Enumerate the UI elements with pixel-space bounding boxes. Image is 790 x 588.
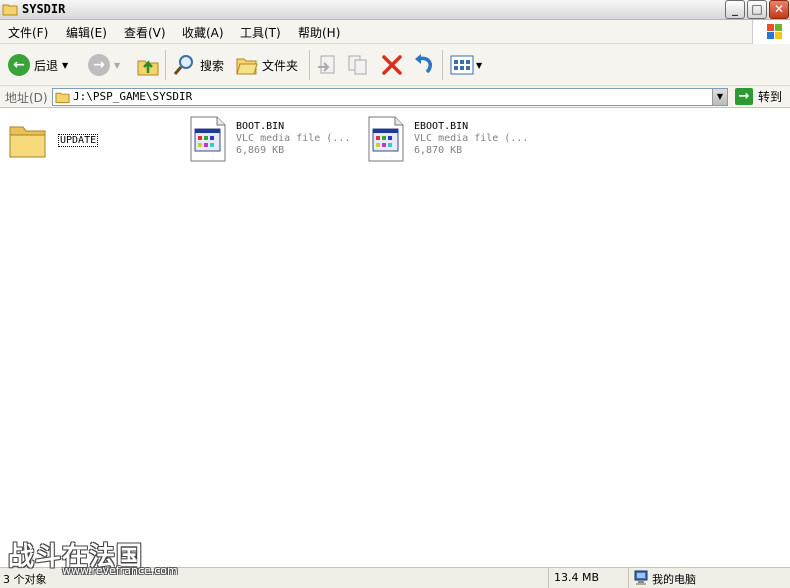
menu-tools[interactable]: 工具(T): [240, 24, 281, 41]
back-dropdown-icon[interactable]: ▼: [62, 61, 68, 70]
file-name: BOOT.BIN: [236, 121, 285, 132]
folder-up-icon: [137, 59, 159, 76]
menu-file[interactable]: 文件(F): [8, 24, 48, 41]
go-label: 转到: [758, 90, 783, 104]
folder-icon: [2, 4, 18, 16]
delete-icon: [382, 55, 402, 75]
go-arrow-icon: →: [735, 88, 753, 105]
toolbar-separator: [165, 50, 166, 80]
address-path: J:\PSP_GAME\SYSDIR: [73, 90, 193, 103]
address-label: 地址(D): [5, 91, 48, 105]
file-size: 6,869 KB: [236, 145, 285, 156]
views-icon: [450, 55, 474, 75]
watermark: 战斗在法国 www.revefrance.com: [8, 536, 178, 577]
folders-button[interactable]: 文件夹: [236, 51, 298, 79]
address-folder-icon: [55, 92, 70, 104]
forward-arrow-icon: →: [88, 54, 110, 76]
menu-help[interactable]: 帮助(H): [298, 24, 340, 41]
file-item-update[interactable]: UPDATE: [8, 119, 99, 161]
status-size-segment: 13.4 MB: [548, 568, 628, 588]
toolbar-separator: [442, 50, 443, 80]
forward-dropdown-icon[interactable]: ▼: [114, 61, 120, 70]
search-label: 搜索: [200, 58, 225, 73]
back-label: 后退: [34, 58, 59, 73]
back-arrow-icon: ←: [8, 54, 30, 76]
windows-flag-icon: [767, 24, 782, 39]
file-list[interactable]: UPDATE BOOT.BIN VLC media file (... 6,86…: [0, 109, 790, 567]
forward-button[interactable]: → ▼: [88, 51, 120, 79]
file-name: UPDATE: [58, 134, 99, 147]
address-dropdown-icon[interactable]: ▼: [712, 89, 727, 105]
undo-button[interactable]: [412, 51, 436, 79]
address-bar: 地址(D) J:\PSP_GAME\SYSDIR ▼ → 转到: [0, 86, 790, 108]
folders-icon: [236, 58, 258, 75]
views-button[interactable]: ▼: [450, 51, 482, 79]
views-dropdown-icon[interactable]: ▼: [476, 61, 482, 70]
menu-bar: 文件(F) 编辑(E) 查看(V) 收藏(A) 工具(T) 帮助(H): [0, 20, 790, 44]
window-title: SYSDIR: [22, 2, 66, 16]
menu-edit[interactable]: 编辑(E): [66, 24, 107, 41]
folder-icon: [9, 126, 46, 158]
menu-favorites[interactable]: 收藏(A): [182, 24, 224, 41]
minimize-button[interactable]: _: [725, 0, 745, 19]
my-computer-icon: [634, 570, 648, 585]
move-to-icon: [318, 55, 335, 74]
file-size: 6,870 KB: [414, 145, 463, 156]
windows-logo: [752, 20, 790, 44]
search-button[interactable]: 搜索: [172, 51, 224, 79]
undo-icon: [415, 54, 432, 74]
delete-button[interactable]: [380, 51, 404, 79]
copy-to-icon: [348, 55, 367, 75]
toolbar: ← 后退 ▼ → ▼ 搜索 文件夹 ▼: [0, 44, 790, 86]
file-item-boot-bin[interactable]: BOOT.BIN VLC media file (... 6,869 KB: [188, 115, 350, 163]
move-to-button[interactable]: [316, 51, 340, 79]
menu-view[interactable]: 查看(V): [124, 24, 166, 41]
folders-label: 文件夹: [262, 58, 299, 73]
status-location: 我的电脑: [652, 573, 696, 586]
search-icon: [173, 55, 193, 75]
address-input[interactable]: J:\PSP_GAME\SYSDIR ▼: [52, 88, 728, 106]
status-location-segment: 我的电脑: [628, 568, 790, 588]
file-item-eboot-bin[interactable]: EBOOT.BIN VLC media file (... 6,870 KB: [366, 115, 528, 163]
toolbar-separator: [309, 50, 310, 80]
file-name: EBOOT.BIN: [414, 121, 469, 132]
file-type: VLC media file (...: [236, 133, 351, 144]
vlc-media-file-icon: [190, 116, 226, 162]
watermark-url: www.revefrance.com: [62, 564, 178, 577]
go-button[interactable]: → 转到: [735, 88, 782, 105]
up-button[interactable]: [136, 51, 160, 79]
status-object-count: 3 个对象: [3, 573, 47, 586]
file-type: VLC media file (...: [414, 133, 529, 144]
title-bar[interactable]: SYSDIR _ □ ✕: [0, 0, 790, 20]
status-total-size: 13.4 MB: [554, 571, 600, 584]
vlc-media-file-icon: [368, 116, 404, 162]
copy-to-button[interactable]: [346, 51, 370, 79]
maximize-button[interactable]: □: [747, 0, 767, 19]
back-button[interactable]: ← 后退 ▼: [8, 51, 68, 79]
close-button[interactable]: ✕: [769, 0, 789, 19]
